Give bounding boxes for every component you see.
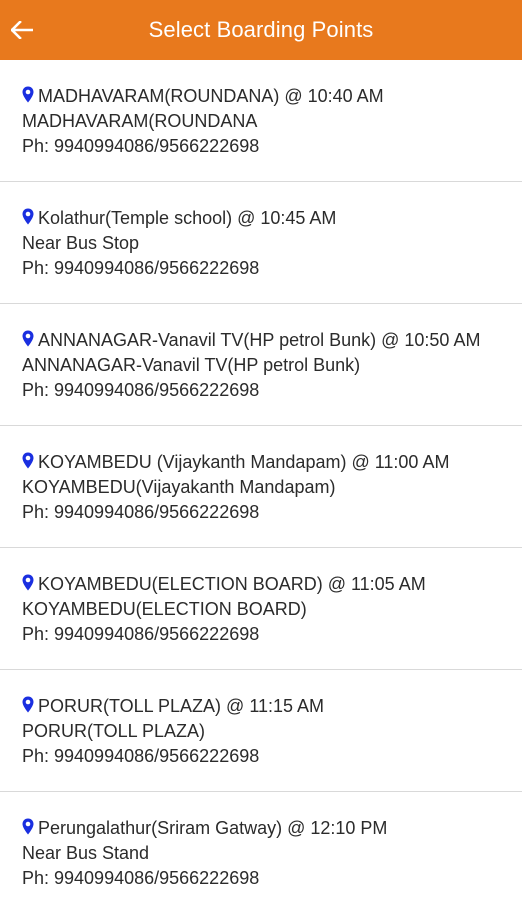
header-bar: Select Boarding Points [0, 0, 522, 60]
boarding-point-address: Near Bus Stop [22, 233, 140, 253]
boarding-point-phone: Ph: 9940994086/9566222698 [22, 136, 260, 156]
boarding-point-title: KOYAMBEDU(ELECTION BOARD) @ 11:05 AM [22, 572, 500, 597]
location-pin-icon [22, 818, 34, 835]
boarding-point-address: KOYAMBEDU(Vijayakanth Mandapam) [22, 477, 336, 497]
boarding-point-item[interactable]: PORUR(TOLL PLAZA) @ 11:15 AM PORUR(TOLL … [0, 670, 522, 792]
boarding-point-phone: Ph: 9940994086/9566222698 [22, 502, 260, 522]
location-pin-icon [22, 208, 34, 225]
boarding-point-title: MADHAVARAM(ROUNDANA) @ 10:40 AM [22, 84, 500, 109]
location-pin-icon [22, 452, 34, 469]
boarding-points-list: MADHAVARAM(ROUNDANA) @ 10:40 AM MADHAVAR… [0, 60, 522, 900]
boarding-point-address: PORUR(TOLL PLAZA) [22, 721, 206, 741]
page-title: Select Boarding Points [148, 17, 374, 42]
location-pin-icon [22, 696, 34, 713]
boarding-point-item[interactable]: KOYAMBEDU(ELECTION BOARD) @ 11:05 AM KOY… [0, 548, 522, 670]
boarding-point-title: Kolathur(Temple school) @ 10:45 AM [22, 206, 500, 231]
boarding-point-phone: Ph: 9940994086/9566222698 [22, 624, 260, 644]
boarding-point-title: Perungalathur(Sriram Gatway) @ 12:10 PM [22, 816, 500, 841]
boarding-point-item[interactable]: Perungalathur(Sriram Gatway) @ 12:10 PM … [0, 792, 522, 900]
location-pin-icon [22, 86, 34, 103]
boarding-point-item[interactable]: KOYAMBEDU (Vijaykanth Mandapam) @ 11:00 … [0, 426, 522, 548]
location-pin-icon [22, 574, 34, 591]
boarding-point-address: KOYAMBEDU(ELECTION BOARD) [22, 599, 307, 619]
boarding-point-item[interactable]: Kolathur(Temple school) @ 10:45 AM Near … [0, 182, 522, 304]
app-screen: Select Boarding Points MADHAVARAM(ROUNDA… [0, 0, 522, 900]
arrow-left-icon [11, 21, 33, 39]
boarding-point-phone: Ph: 9940994086/9566222698 [22, 380, 260, 400]
boarding-point-title: PORUR(TOLL PLAZA) @ 11:15 AM [22, 694, 500, 719]
boarding-point-item[interactable]: MADHAVARAM(ROUNDANA) @ 10:40 AM MADHAVAR… [0, 60, 522, 182]
boarding-point-phone: Ph: 9940994086/9566222698 [22, 258, 260, 278]
boarding-point-phone: Ph: 9940994086/9566222698 [22, 868, 260, 888]
boarding-point-title: KOYAMBEDU (Vijaykanth Mandapam) @ 11:00 … [22, 450, 500, 475]
boarding-point-address: MADHAVARAM(ROUNDANA [22, 111, 258, 131]
back-button[interactable] [0, 0, 44, 60]
boarding-point-phone: Ph: 9940994086/9566222698 [22, 746, 260, 766]
boarding-point-item[interactable]: ANNANAGAR-Vanavil TV(HP petrol Bunk) @ 1… [0, 304, 522, 426]
location-pin-icon [22, 330, 34, 347]
boarding-point-address: Near Bus Stand [22, 843, 150, 863]
boarding-point-title: ANNANAGAR-Vanavil TV(HP petrol Bunk) @ 1… [22, 328, 500, 353]
boarding-point-address: ANNANAGAR-Vanavil TV(HP petrol Bunk) [22, 355, 361, 375]
